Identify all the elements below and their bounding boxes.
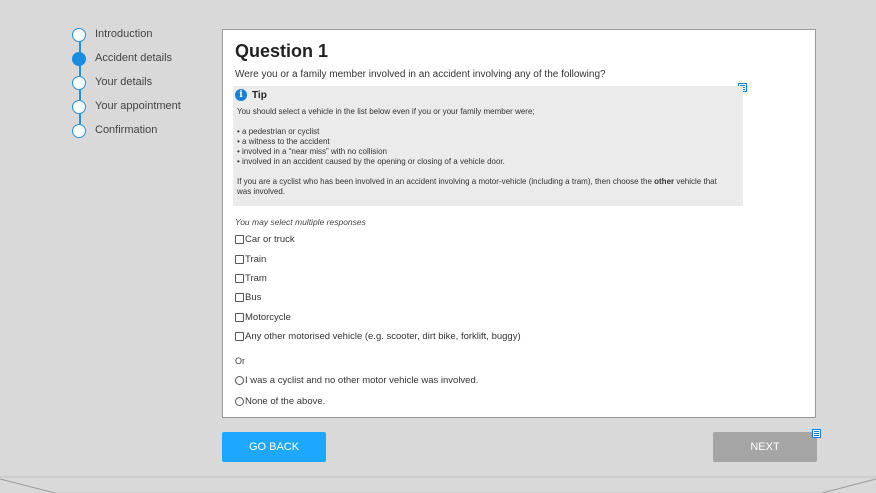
step-your-appointment[interactable]: Your appointment xyxy=(72,99,212,123)
step-label: Your details xyxy=(95,76,153,88)
note-icon[interactable] xyxy=(812,429,821,438)
step-confirmation[interactable]: Confirmation xyxy=(72,123,212,147)
option-label: Train xyxy=(245,254,267,265)
question-panel: Question 1 Were you or a family member i… xyxy=(222,29,816,418)
option-label: Bus xyxy=(245,292,262,303)
info-icon: i xyxy=(235,89,247,101)
question-title: Question 1 xyxy=(235,41,329,61)
tip-outro-bold: other xyxy=(654,177,675,186)
step-your-details[interactable]: Your details xyxy=(72,75,212,99)
step-accident-details[interactable]: Accident details xyxy=(72,51,212,75)
progress-steps: Introduction Accident details Your detai… xyxy=(72,27,212,147)
option-other-motorised-vehicle[interactable]: Any other motorised vehicle (e.g. scoote… xyxy=(235,331,521,342)
tip-title: Tip xyxy=(252,89,267,101)
or-separator: Or xyxy=(235,356,245,366)
radio-button[interactable] xyxy=(235,397,244,406)
option-cyclist-only[interactable]: I was a cyclist and no other motor vehic… xyxy=(235,375,478,386)
option-label: None of the above. xyxy=(245,396,326,407)
option-train[interactable]: Train xyxy=(235,254,266,265)
checkbox[interactable] xyxy=(235,293,244,302)
step-dot-active-icon xyxy=(72,52,86,66)
tip-bullet: • a pedestrian or cyclist xyxy=(237,127,320,136)
step-label: Introduction xyxy=(95,28,153,40)
option-label: Any other motorised vehicle (e.g. scoote… xyxy=(245,331,521,342)
option-label: I was a cyclist and no other motor vehic… xyxy=(245,375,479,386)
step-dot-icon xyxy=(72,100,86,114)
option-motorcycle[interactable]: Motorcycle xyxy=(235,312,291,323)
tip-outro-text: If you are a cyclist who has been involv… xyxy=(237,177,655,186)
question-text: Were you or a family member involved in … xyxy=(235,69,606,80)
step-label: Confirmation xyxy=(95,124,158,136)
step-dot-icon xyxy=(72,28,86,42)
tip-outro: If you are a cyclist who has been involv… xyxy=(237,177,733,197)
checkbox[interactable] xyxy=(235,274,244,283)
step-label: Accident details xyxy=(95,52,173,64)
tip-bullet: • involved in an accident caused by the … xyxy=(237,157,505,166)
tip-bullet: • involved in a “near miss” with no coll… xyxy=(237,147,387,156)
step-dot-icon xyxy=(72,124,86,138)
checkbox[interactable] xyxy=(235,313,244,322)
checkbox[interactable] xyxy=(235,332,244,341)
option-label: Tram xyxy=(245,273,267,284)
tip-bullet: • a witness to the accident xyxy=(237,137,330,146)
tip-body: You should select a vehicle in the list … xyxy=(237,107,733,197)
step-label: Your appointment xyxy=(95,100,181,112)
tip-box: i Tip You should select a vehicle in the… xyxy=(233,86,743,206)
go-back-button[interactable]: GO BACK xyxy=(222,432,326,462)
checkbox[interactable] xyxy=(235,235,244,244)
option-car-or-truck[interactable]: Car or truck xyxy=(235,234,295,245)
option-label: Motorcycle xyxy=(245,312,291,323)
option-none-of-the-above[interactable]: None of the above. xyxy=(235,396,325,407)
instruction-text: You may select multiple responses xyxy=(235,217,366,227)
option-label: Car or truck xyxy=(245,234,295,245)
step-introduction[interactable]: Introduction xyxy=(72,27,212,51)
next-button[interactable]: NEXT xyxy=(713,432,817,462)
checkbox[interactable] xyxy=(235,255,244,264)
option-tram[interactable]: Tram xyxy=(235,273,267,284)
footer-decoration xyxy=(0,476,876,493)
tip-intro: You should select a vehicle in the list … xyxy=(237,107,535,116)
radio-button[interactable] xyxy=(235,376,244,385)
option-bus[interactable]: Bus xyxy=(235,292,261,303)
tip-header: i Tip xyxy=(235,89,267,101)
step-dot-icon xyxy=(72,76,86,90)
